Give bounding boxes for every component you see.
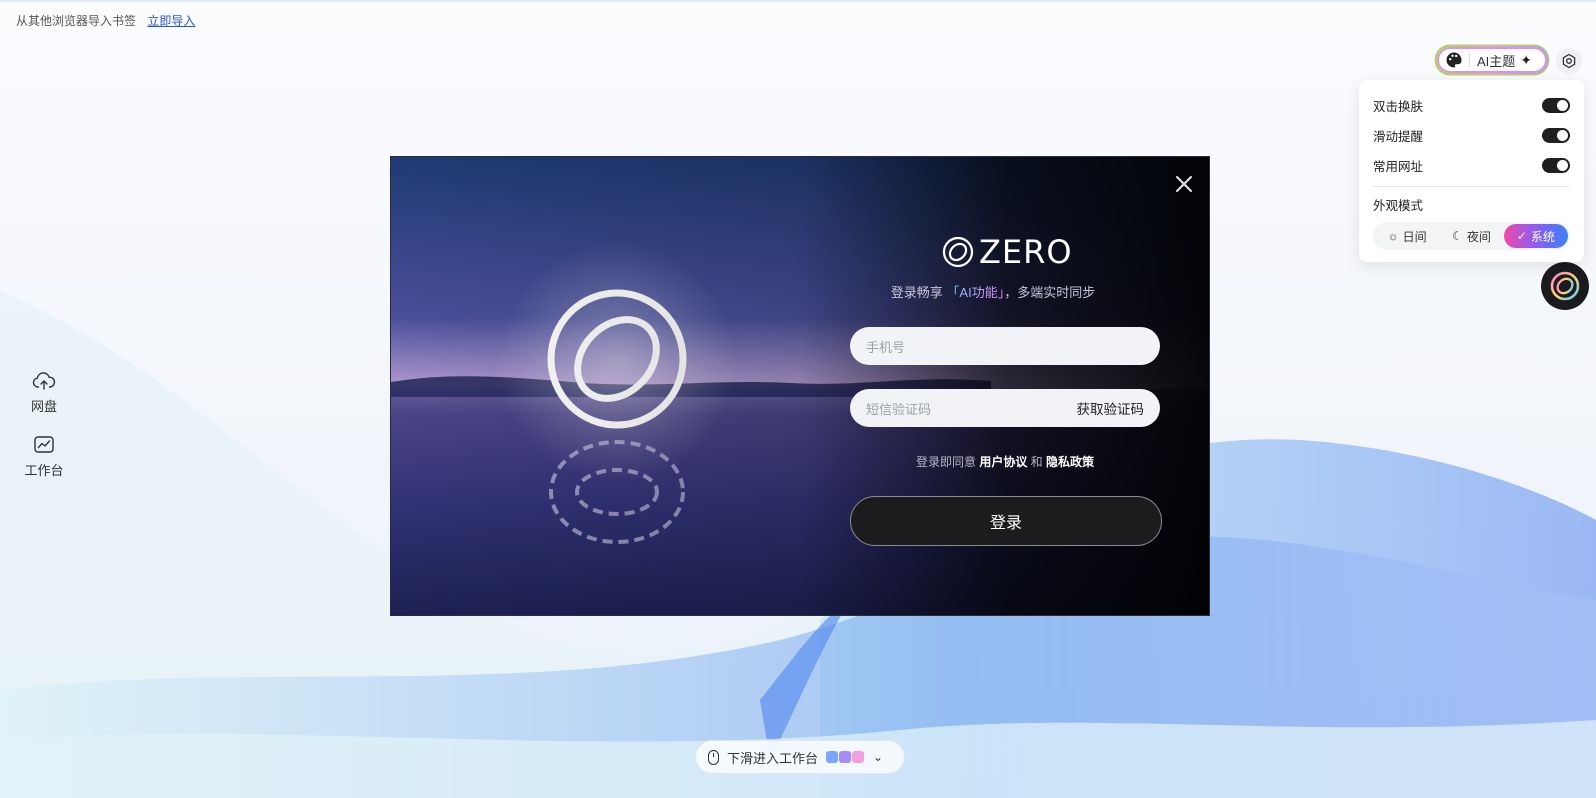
ai-theme-label: AI主题 (1477, 53, 1516, 69)
lake-scene-background (391, 157, 1209, 615)
workbench-badges (826, 751, 865, 763)
sidebar-item-cloud-drive[interactable]: 网盘 (20, 370, 68, 415)
zero-brand: ZERO (941, 233, 1073, 271)
mode-system-option[interactable]: ✓ 系统 (1503, 224, 1568, 248)
zero-assistant-button[interactable] (1541, 262, 1589, 310)
appearance-mode-selector: ☼ 日间 ☾ 夜间 ✓ 系统 (1373, 222, 1570, 250)
setting-row-common-sites: 常用网址 (1373, 150, 1570, 180)
top-border (0, 0, 1596, 2)
agree-and: 和 (1030, 455, 1043, 469)
sms-code-placeholder: 短信验证码 (866, 401, 932, 417)
scroll-to-workbench-hint[interactable]: 下滑进入工作台 ⌄ (695, 740, 905, 774)
gear-icon (1562, 53, 1576, 69)
mode-label: 系统 (1530, 229, 1555, 244)
divider (1373, 186, 1570, 187)
sms-code-input[interactable]: 短信验证码 获取验证码 (850, 389, 1160, 427)
subtitle-suffix: ，多端实时同步 (1004, 285, 1096, 300)
mode-label: 日间 (1402, 229, 1427, 244)
cloud-upload-icon (32, 372, 56, 390)
mode-night-option[interactable]: ☾ 夜间 (1439, 224, 1503, 248)
scroll-hint-toggle[interactable] (1542, 127, 1570, 143)
app-badge-icon (839, 751, 852, 763)
user-agreement-link[interactable]: 用户协议 (979, 455, 1027, 469)
mode-day-option[interactable]: ☼ 日间 (1375, 224, 1439, 248)
import-now-link[interactable]: 立即导入 (147, 14, 195, 28)
sidebar-item-label: 网盘 (30, 399, 57, 414)
mode-label: 夜间 (1466, 229, 1491, 244)
app-badge-icon (826, 751, 839, 763)
mouse-icon (708, 749, 719, 765)
sidebar-item-workbench[interactable]: 工作台 (20, 434, 68, 479)
agree-prefix: 登录即同意 (915, 455, 976, 469)
settings-button[interactable] (1556, 48, 1582, 74)
zero-logo-icon (942, 236, 974, 268)
separator (1469, 53, 1470, 67)
subtitle-ai-feature: 「AI功能」 (946, 285, 1005, 300)
palette-icon (1446, 52, 1462, 68)
sidebar-item-label: 工作台 (24, 463, 64, 478)
agreement-text: 登录即同意 用户协议 和 隐私政策 (850, 453, 1160, 470)
login-button[interactable]: 登录 (850, 496, 1162, 546)
phone-input[interactable]: 手机号 (850, 327, 1160, 365)
double-click-skin-toggle[interactable] (1542, 97, 1570, 113)
setting-label: 常用网址 (1373, 159, 1424, 174)
check-icon: ✓ (1516, 229, 1527, 243)
subtitle-prefix: 登录畅享 (890, 285, 943, 300)
zero-logo-icon (1550, 271, 1580, 301)
import-bookmarks-bar: 从其他浏览器导入书签 立即导入 (16, 12, 195, 29)
close-icon[interactable] (1172, 172, 1196, 196)
moon-icon: ☾ (1452, 229, 1463, 243)
get-code-button[interactable]: 获取验证码 (1077, 398, 1145, 418)
setting-label: 双击换肤 (1373, 99, 1424, 114)
ai-theme-button[interactable]: AI主题 ✦ (1436, 46, 1548, 74)
settings-panel: 双击换肤 滑动提醒 常用网址 外观模式 ☼ 日间 ☾ 夜间 ✓ 系统 (1359, 80, 1584, 262)
chart-icon (34, 436, 54, 453)
scroll-hint-label: 下滑进入工作台 (727, 750, 819, 766)
setting-row-double-click-skin: 双击换肤 (1373, 90, 1570, 120)
privacy-policy-link[interactable]: 隐私政策 (1046, 455, 1094, 469)
setting-label: 滑动提醒 (1373, 129, 1424, 144)
login-modal: ZERO 登录畅享 「AI功能」，多端实时同步 手机号 短信验证码 获取验证码 … (390, 156, 1210, 616)
setting-row-scroll-hint: 滑动提醒 (1373, 120, 1570, 150)
sparkle-icon: ✦ (1520, 51, 1533, 68)
chevron-down-icon: ⌄ (873, 750, 884, 764)
login-subtitle: 登录畅享 「AI功能」，多端实时同步 (843, 282, 1143, 301)
common-sites-toggle[interactable] (1542, 157, 1570, 173)
appearance-mode-title: 外观模式 (1373, 199, 1424, 213)
brand-name: ZERO (979, 233, 1073, 271)
phone-placeholder: 手机号 (866, 339, 906, 355)
sun-icon: ☼ (1387, 229, 1399, 243)
app-badge-icon (852, 751, 865, 763)
import-bookmarks-text: 从其他浏览器导入书签 (16, 14, 137, 28)
